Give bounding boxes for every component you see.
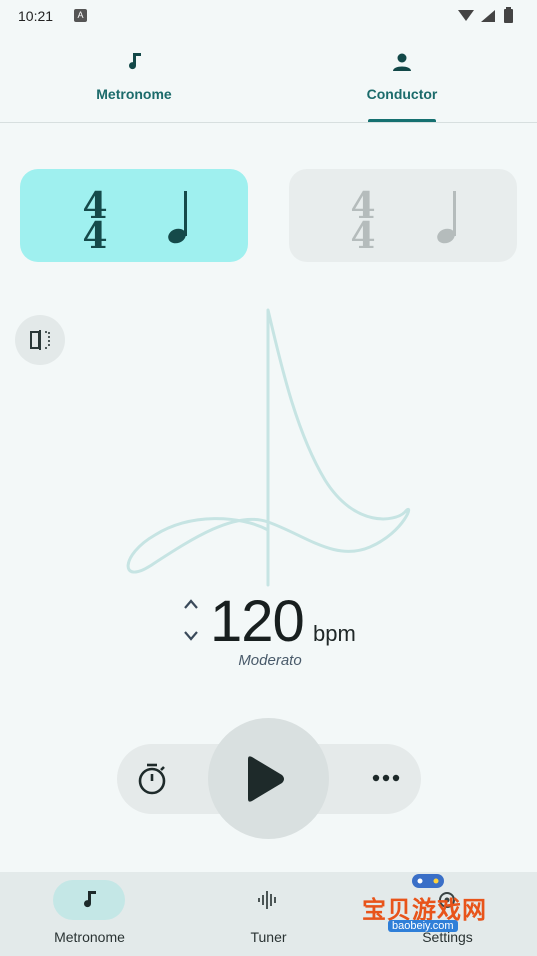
- tempo-marking: Moderato: [238, 652, 302, 669]
- nav-tuner-label: Tuner: [250, 929, 287, 945]
- nav-metronome-label: Metronome: [54, 929, 125, 945]
- nav-tuner[interactable]: Tuner: [179, 872, 358, 956]
- time-signature-card-active[interactable]: 4 4: [20, 169, 248, 262]
- play-button[interactable]: [208, 718, 329, 839]
- more-icon[interactable]: [371, 771, 401, 785]
- status-bar: 10:21 A: [0, 0, 537, 32]
- waveform-icon: [258, 891, 276, 909]
- tab-conductor-label: Conductor: [366, 86, 438, 102]
- watermark: 宝贝游戏网 baobeiy.com: [360, 868, 510, 948]
- time-signature-card[interactable]: 4 4: [289, 169, 517, 262]
- stopwatch-icon[interactable]: [135, 762, 169, 796]
- status-icons: [458, 7, 513, 23]
- notification-badge: A: [74, 9, 87, 22]
- nav-metronome[interactable]: Metronome: [0, 872, 179, 956]
- active-tab-indicator: [368, 119, 436, 122]
- quarter-note-icon: [168, 191, 187, 244]
- top-tab-bar: Metronome Conductor: [0, 32, 537, 123]
- flip-view-button[interactable]: [15, 315, 65, 365]
- person-icon: [393, 53, 411, 71]
- flip-icon: [30, 330, 50, 350]
- ts-denominator: 4: [350, 215, 376, 257]
- tab-conductor[interactable]: Conductor: [268, 32, 536, 122]
- tempo-value[interactable]: 120: [210, 588, 305, 655]
- music-note-icon: [129, 53, 141, 70]
- tempo-decrease-icon[interactable]: [183, 630, 199, 642]
- ts-denominator: 4: [82, 215, 108, 257]
- watermark-url: baobeiy.com: [388, 920, 458, 932]
- tempo-unit: bpm: [313, 621, 356, 646]
- status-time: 10:21: [18, 8, 54, 24]
- tab-metronome[interactable]: Metronome: [0, 32, 268, 122]
- music-note-icon: [84, 891, 96, 908]
- play-icon: [248, 756, 284, 802]
- gamepad-icon: [412, 874, 444, 888]
- tab-metronome-label: Metronome: [96, 86, 172, 102]
- quarter-note-icon: [437, 191, 456, 244]
- conductor-pattern: [126, 308, 411, 587]
- tempo-increase-icon[interactable]: [183, 598, 199, 610]
